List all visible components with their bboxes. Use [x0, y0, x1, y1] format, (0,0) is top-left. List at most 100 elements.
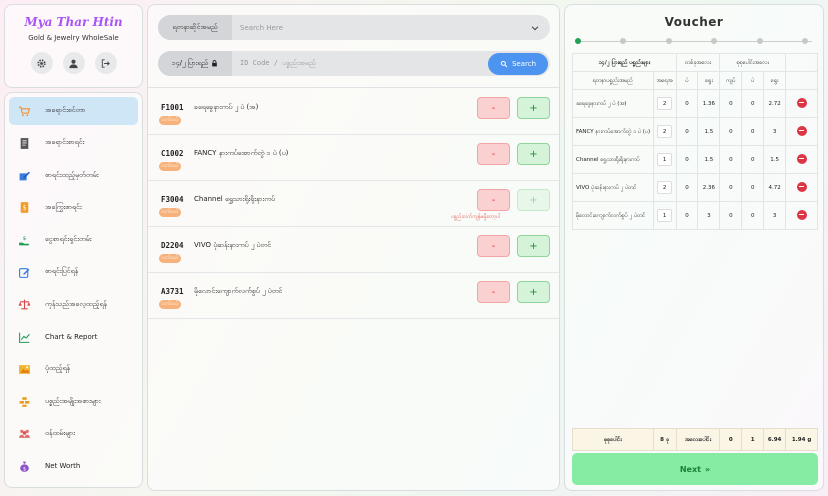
decrease-button[interactable]: - [477, 143, 510, 165]
item-name: မိုလောင်းကျောက်လက်စွပ် ၂ ပဲတင် [194, 287, 283, 295]
qty-input[interactable]: 1 [657, 209, 673, 222]
search-button[interactable]: Search [488, 52, 548, 75]
table-row: FANCY နားကပ်အောက်တွဲ ၁ ပဲ (ပ) 2 0 1.5 0 … [572, 117, 818, 146]
stock-badge: လက်ဝယ် [159, 300, 181, 309]
search-button-label: Search [511, 59, 537, 68]
settings-button[interactable] [30, 52, 53, 74]
qty-input[interactable]: 1 [657, 153, 673, 166]
brand-subtitle: Gold & Jewelry WholeSale [28, 34, 119, 42]
chevron-down-icon[interactable] [530, 23, 540, 33]
remove-icon[interactable] [796, 209, 807, 220]
increase-button[interactable]: + [517, 189, 550, 211]
qty-input[interactable]: 2 [657, 97, 673, 110]
row-name: ခရေခွေနားကပ် ၂ ပဲ (အ) [572, 89, 654, 118]
total-pe: 1 [741, 428, 765, 451]
gear-icon [37, 58, 46, 68]
row-name: VIVO ပုံဆန်းနားကပ် ၂ ပဲတင် [572, 173, 654, 202]
decrease-button[interactable]: - [477, 97, 510, 119]
receipt-icon [17, 136, 31, 150]
total-weight-label: အလေးပေါင်း [675, 428, 721, 451]
dollar-doc-icon: $ [17, 201, 31, 215]
increase-button[interactable]: + [517, 281, 550, 303]
sidebar-item-edit-records[interactable]: စာရင်းပြင်ရန် [9, 258, 138, 286]
table-row: VIVO ပုံဆန်းနားကပ် ၂ ပဲတင် 2 0 2.36 0 0 … [572, 173, 818, 202]
increase-button[interactable]: + [517, 97, 550, 119]
sidebar-item-add-image[interactable]: ပုံထည့်ရန် [9, 355, 138, 383]
sidebar-item-label: Chart & Report [45, 333, 98, 342]
row-yway: 1.5 [697, 145, 721, 174]
sidebar-item-net-worth[interactable]: $ Net Worth [9, 452, 138, 480]
qty-input[interactable]: 2 [657, 181, 673, 194]
row-total-yway: 4.72 [763, 173, 787, 202]
sidebar-item-sales-center[interactable]: အရောင်းစင်တာ [9, 97, 138, 125]
list-item: F3004 Channel ရွှေသားရိုးရိုးနားကပ် လက်ဝ… [148, 181, 559, 227]
item-search-input[interactable]: ID Code / ပစ္စည်းအမည် [232, 59, 488, 69]
next-button-label: Next [679, 464, 701, 474]
sidebar-item-debt-list[interactable]: $ အကြွေးစာရင်း [9, 194, 138, 222]
qty-input[interactable]: 2 [657, 125, 673, 138]
row-total-kyat: 0 [719, 173, 743, 202]
profile-button[interactable] [62, 52, 85, 74]
item-code: D2204 [161, 241, 184, 250]
decrease-button[interactable]: - [477, 189, 510, 211]
step-dot [666, 38, 672, 44]
step-dot [620, 38, 626, 44]
total-kyat: 0 [719, 428, 743, 451]
row-total-yway: 1.5 [763, 145, 787, 174]
item-name: Channel ရွှေသားရိုးရိုးနားကပ် [194, 195, 276, 203]
double-chevron-right-icon: » [704, 464, 711, 474]
sidebar: အရောင်းစင်တာ အရောင်းစာရင်း စာရင်းထည့်မှတ… [4, 92, 143, 488]
remove-icon[interactable] [796, 97, 807, 108]
brand-title: Mya Thar Htin [24, 15, 123, 29]
sidebar-item-entry-records[interactable]: စာရင်းထည့်မှတ်တမ်း [9, 162, 138, 190]
users-icon [17, 427, 31, 441]
row-name: မိုလောင်းကျောက်လက်စွပ် ၂ ပဲတင် [572, 201, 654, 230]
increase-button[interactable]: + [517, 235, 550, 257]
sidebar-item-label: အရောင်းစာရင်း [45, 138, 85, 147]
remove-icon[interactable] [796, 125, 807, 136]
step-line [578, 41, 812, 42]
list-item: F1001 ခရေခွေနားကပ် ၂ ပဲ (အ) လက်ဝယ် - + [148, 89, 559, 135]
item-name: VIVO ပုံဆန်းနားကပ် ၂ ပဲတင် [194, 241, 272, 249]
decrease-button[interactable]: - [477, 281, 510, 303]
hand-money-icon: $ [17, 233, 31, 247]
purity-label: ၁၄/၂ ပြားရည် [158, 51, 232, 76]
sidebar-item-label: ကုန်သည်အလေ့ထည့်ရန် [45, 299, 107, 308]
stock-badge: လက်ဝယ် [159, 254, 181, 263]
logout-button[interactable] [94, 52, 117, 74]
step-dot [757, 38, 763, 44]
decrease-button[interactable]: - [477, 235, 510, 257]
row-total-yway: 2.72 [763, 89, 787, 118]
pencil-square-icon [17, 265, 31, 279]
cart-icon [17, 104, 31, 118]
col-total-yway: ရွေး [763, 71, 787, 90]
sidebar-item-staff[interactable]: ဝန်ထမ်းများ [9, 420, 138, 448]
sidebar-item-label: ပစ္စည်းအမျိုးအစားများ [45, 396, 101, 405]
shop-select[interactable]: ရတနာဆိုင်အမည် Search Here [158, 15, 550, 40]
sidebar-item-label: ပုံထည့်ရန် [45, 364, 71, 373]
sidebar-item-merchant-weights[interactable]: ကုန်သည်အလေ့ထည့်ရန် [9, 291, 138, 319]
col-yway: ရွေး [697, 71, 721, 90]
out-of-stock-warning: ပစ္စည်းလက်ကျန်မရှိတော့ပါ [451, 214, 500, 220]
row-name: Channel ရွှေသားရိုးရိုးနားကပ် [572, 145, 654, 174]
stock-badge: လက်ဝယ် [159, 208, 181, 217]
shop-search-input[interactable]: Search Here [232, 24, 530, 32]
sidebar-item-sales-list[interactable]: အရောင်းစာရင်း [9, 129, 138, 157]
remove-icon[interactable] [796, 181, 807, 192]
svg-text:$: $ [22, 466, 25, 472]
header-unit-weight: တစ်ခုအလေး [675, 53, 721, 72]
shop-label: ရတနာဆိုင်အမည် [158, 15, 232, 40]
sidebar-item-chart-report[interactable]: Chart & Report [9, 323, 138, 351]
voucher-panel: Voucher ၁၄/၂ ပြားရည် ပစ္စည်းများ တစ်ခုအလ… [564, 4, 824, 491]
col-qty: အရေအ [652, 71, 677, 90]
row-pe: 0 [675, 201, 699, 230]
list-item: A3731 မိုလောင်းကျောက်လက်စွပ် ၂ ပဲတင် လက်… [148, 273, 559, 319]
increase-button[interactable]: + [517, 143, 550, 165]
remove-icon[interactable] [796, 153, 807, 164]
header-empty [785, 53, 818, 72]
sidebar-item-cash-statement[interactable]: $ ငွေစာရင်းရှင်းတမ်း [9, 226, 138, 254]
col-name: ရတနာပစ္စည်းအမည် [572, 71, 654, 90]
next-button[interactable]: Next » [572, 453, 818, 485]
sidebar-item-item-categories[interactable]: ပစ္စည်းအမျိုးအစားများ [9, 388, 138, 416]
item-code: F1001 [161, 103, 184, 112]
